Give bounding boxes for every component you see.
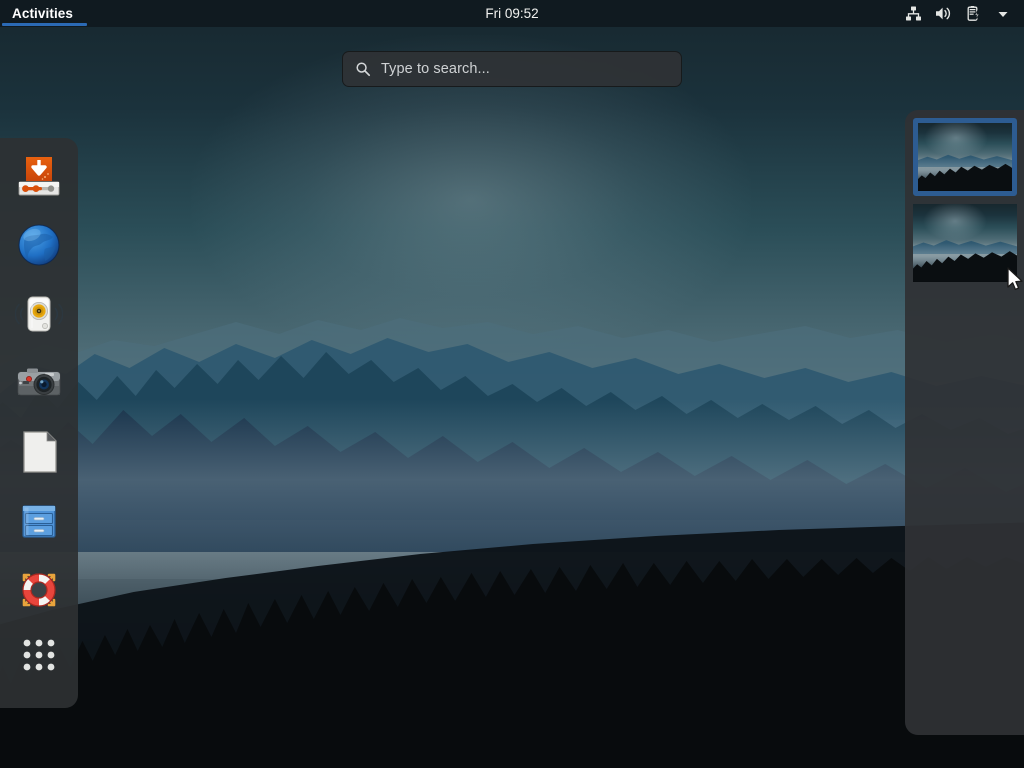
workspace-preview-treeline [918, 164, 1012, 191]
dock-item-music-player[interactable] [15, 290, 63, 338]
dock-item-camera[interactable] [15, 359, 63, 407]
search-input[interactable]: Type to search... [342, 51, 682, 87]
wallpaper-treeline [0, 557, 1024, 768]
desktop-screen: Activities Fri 09:52 Type to search... [0, 0, 1024, 768]
clock-label[interactable]: Fri 09:52 [485, 6, 538, 21]
search-placeholder: Type to search... [381, 61, 490, 77]
activities-active-underline [2, 23, 87, 26]
network-wired-icon[interactable] [902, 3, 924, 25]
dock-item-files[interactable] [15, 497, 63, 545]
activities-button[interactable]: Activities [0, 0, 87, 27]
volume-icon[interactable] [932, 3, 954, 25]
desktop-wallpaper [0, 0, 1024, 768]
clock-button: Fri 09:52 [0, 0, 1024, 27]
dock-item-transmission[interactable] [15, 152, 63, 200]
workspace-switcher [905, 110, 1024, 735]
app-grid-icon [23, 639, 55, 671]
download-arrow-icon [18, 157, 60, 196]
chevron-down-icon[interactable] [992, 3, 1014, 25]
globe-icon [18, 224, 60, 266]
workspace-preview-glow [922, 204, 987, 242]
dock-item-show-applications[interactable] [15, 631, 63, 679]
lifebuoy-icon [22, 573, 56, 607]
workspace-preview-1 [918, 123, 1012, 191]
search-icon [356, 62, 371, 77]
document-icon [23, 431, 57, 473]
workspace-thumbnail-1[interactable] [913, 118, 1017, 196]
dock-item-web-browser[interactable] [15, 221, 63, 269]
dock-item-writer[interactable] [15, 428, 63, 476]
top-bar: Activities Fri 09:52 [0, 0, 1024, 27]
workspace-preview-2 [913, 204, 1017, 282]
system-tray [902, 0, 1018, 27]
battery-charging-icon[interactable] [962, 3, 984, 25]
speaker-icon [15, 296, 63, 332]
activities-label: Activities [12, 6, 74, 21]
camera-icon [17, 368, 61, 396]
dock-item-help[interactable] [15, 566, 63, 614]
dash-dock [0, 138, 78, 708]
workspace-thumbnail-2[interactable] [913, 204, 1017, 282]
file-cabinet-icon [22, 505, 56, 538]
workspace-preview-treeline [913, 251, 1017, 282]
